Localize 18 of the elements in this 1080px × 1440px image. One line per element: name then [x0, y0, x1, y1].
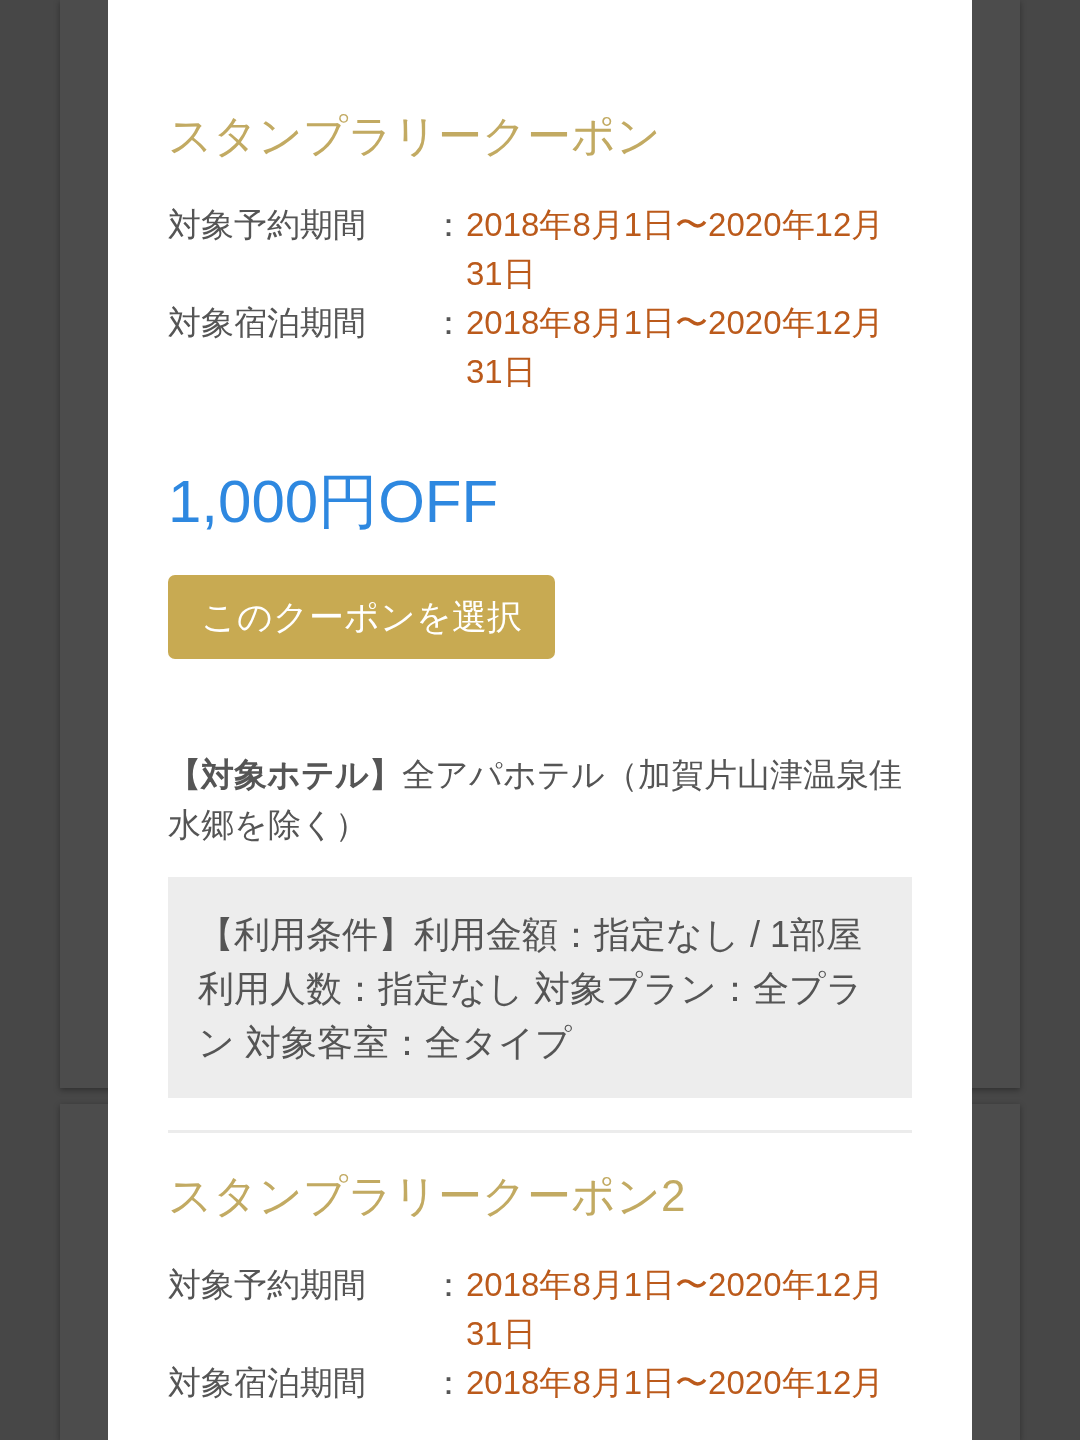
- select-coupon-button[interactable]: このクーポンを選択: [168, 575, 555, 659]
- period-label: 対象予約期間: [168, 1265, 366, 1305]
- discount-amount: 1,000円OFF: [168, 467, 499, 537]
- colon-separator: ：: [432, 1265, 465, 1305]
- period-date: 2018年8月1日〜2020年12月31日: [466, 205, 886, 294]
- period-date: 2018年8月1日〜2020年12月31日: [466, 1265, 886, 1354]
- usage-conditions: 【利用条件】利用金額：指定なし / 1部屋利用人数：指定なし 対象プラン：全プラン 対象客室：全タイプ: [198, 913, 864, 1065]
- target-hotels-note: 【対象ホテル】全アパホテル（加賀片山津温泉佳水郷を除く）: [168, 755, 903, 845]
- coupon-title: スタンプラリークーポン2: [168, 1170, 686, 1222]
- period-label: 対象宿泊期間: [168, 1363, 366, 1403]
- colon-separator: ：: [432, 303, 465, 343]
- coupon-title: スタンプラリークーポン: [168, 110, 661, 162]
- colon-separator: ：: [432, 205, 465, 245]
- period-date: 2018年8月1日〜2020年12月31日: [466, 303, 886, 392]
- colon-separator: ：: [432, 1363, 465, 1403]
- period-label: 対象宿泊期間: [168, 303, 366, 343]
- period-date: 2018年8月1日〜2020年12月: [466, 1363, 885, 1403]
- period-label: 対象予約期間: [168, 205, 366, 245]
